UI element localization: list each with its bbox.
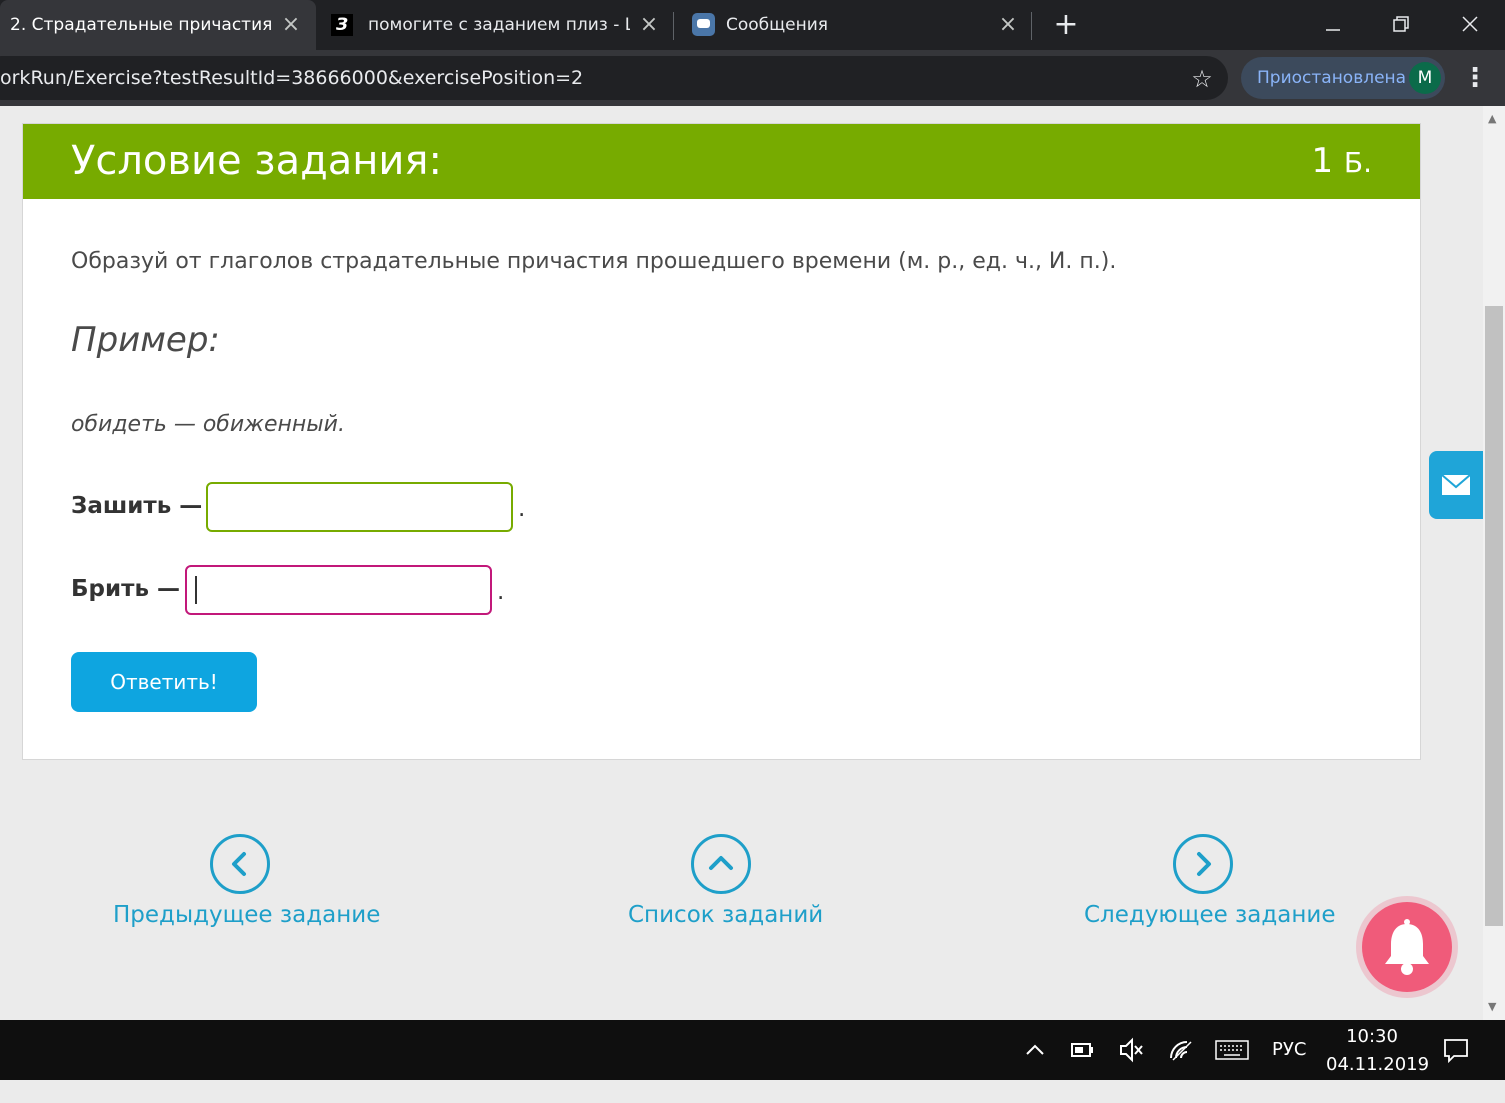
tab-close-icon[interactable]: × [997, 14, 1019, 36]
battery-icon[interactable] [1068, 1020, 1096, 1103]
scroll-thumb[interactable] [1485, 306, 1503, 926]
row-label-brit: Брить — [71, 576, 180, 602]
task-title: Условие задания: [71, 138, 442, 184]
prev-task-link[interactable]: Предыдущее задание [113, 902, 380, 928]
browser-menu-icon[interactable]: ⋮ [1462, 62, 1488, 94]
url-text[interactable]: orkRun/Exercise?testResultId=38666000&ex… [0, 56, 583, 100]
tab-separator [1031, 12, 1032, 40]
tray-chevron-up-icon[interactable] [1023, 1020, 1047, 1103]
next-task-link[interactable]: Следующее задание [1084, 902, 1336, 928]
clock-date[interactable]: 04.11.2019 [1326, 1054, 1429, 1075]
row-label-zashit: Зашить — [71, 493, 203, 519]
example-heading: Пример: [71, 320, 220, 360]
avatar: M [1409, 62, 1441, 94]
action-center-icon[interactable] [1440, 1020, 1472, 1103]
restore-icon[interactable] [1386, 10, 1416, 40]
input-language[interactable]: РУС [1272, 1020, 1306, 1080]
wifi-icon[interactable] [1167, 1020, 1195, 1103]
scroll-down-icon[interactable]: ▼ [1488, 1000, 1496, 1013]
clock-time[interactable]: 10:30 [1330, 1026, 1414, 1047]
znanija-favicon-icon: З [331, 14, 353, 36]
task-points: 1 Б. [1311, 124, 1372, 199]
points-unit: Б. [1343, 146, 1372, 179]
submit-answer-button[interactable]: Ответить! [71, 652, 257, 712]
volume-muted-icon[interactable] [1117, 1020, 1145, 1103]
address-bar[interactable]: orkRun/Exercise?testResultId=38666000&ex… [0, 56, 1228, 100]
bookmark-star-icon[interactable]: ☆ [1189, 66, 1215, 92]
new-tab-button[interactable]: + [1052, 10, 1080, 40]
tab-title: 2. Страдательные причастия пр [10, 15, 272, 35]
points-value: 1 [1311, 141, 1334, 181]
profile-button[interactable]: Приостановлена M [1241, 57, 1445, 99]
answer-input-brit[interactable] [185, 565, 492, 615]
row-end-dot: . [497, 579, 505, 605]
scroll-up-icon[interactable]: ▲ [1488, 112, 1496, 125]
tab-title: помогите с заданием плиз - Шк [368, 15, 630, 35]
tab-school[interactable]: З помогите с заданием плиз - Шк × [316, 0, 672, 50]
feedback-mail-icon[interactable] [1429, 451, 1483, 519]
tab-messages[interactable]: Сообщения × [674, 0, 1030, 50]
close-window-icon[interactable] [1455, 10, 1485, 40]
answer-input-zashit[interactable] [206, 482, 513, 532]
task-instruction: Образуй от глаголов страдательные причас… [71, 249, 1117, 274]
prev-task-icon[interactable] [210, 834, 270, 894]
profile-status: Приостановлена [1257, 68, 1407, 88]
tab-title: Сообщения [726, 15, 829, 35]
page-viewport: Условие задания: 1 Б. Образуй от глаголо… [0, 106, 1483, 1020]
tab-active[interactable]: 2. Страдательные причастия пр × [0, 0, 316, 50]
row-end-dot: . [518, 496, 526, 522]
task-card: Условие задания: 1 Б. Образуй от глаголо… [22, 123, 1421, 760]
text-caret [195, 576, 197, 604]
next-task-icon[interactable] [1173, 834, 1233, 894]
keyboard-icon[interactable] [1214, 1020, 1250, 1103]
message-favicon-icon [692, 13, 715, 36]
tab-close-icon[interactable]: × [280, 14, 302, 36]
example-text: обидеть — обиженный. [71, 412, 345, 437]
minimize-icon[interactable] [1318, 10, 1348, 40]
browser-tabstrip: 2. Страдательные причастия пр × З помоги… [0, 0, 1505, 50]
task-list-link[interactable]: Список заданий [628, 902, 823, 928]
os-taskbar: РУС 10:30 04.11.2019 [0, 1020, 1505, 1080]
task-list-icon[interactable] [691, 834, 751, 894]
notification-bell-icon[interactable] [1362, 902, 1452, 992]
task-header: Условие задания: 1 Б. [23, 124, 1420, 199]
tab-close-icon[interactable]: × [638, 14, 660, 36]
